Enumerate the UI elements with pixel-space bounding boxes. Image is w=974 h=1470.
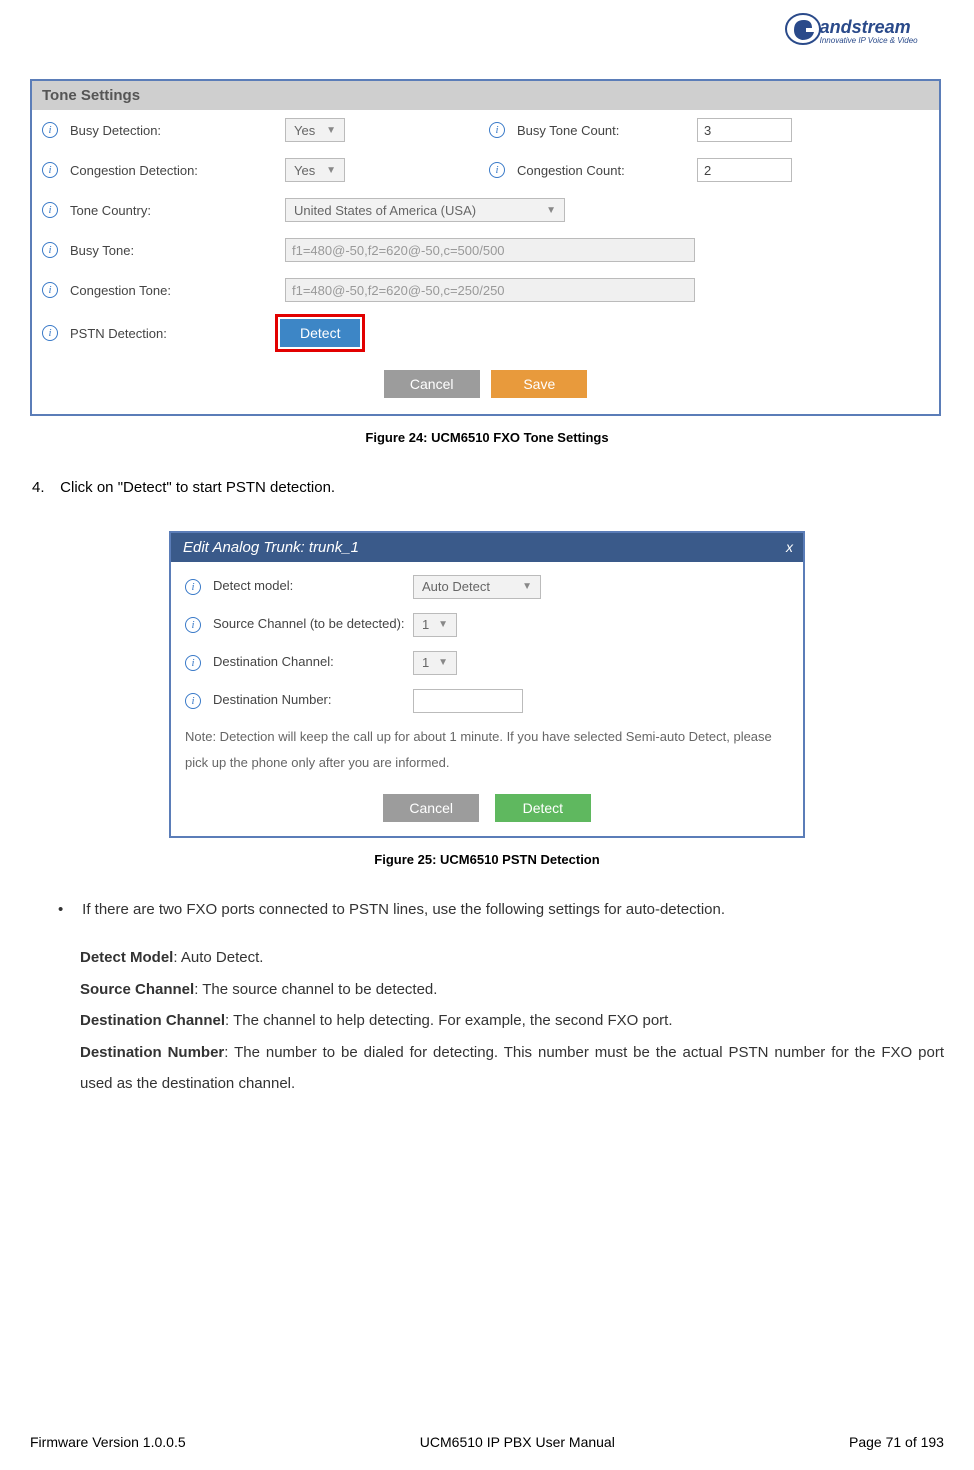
detect-model-value: Auto Detect <box>422 579 490 594</box>
info-icon[interactable]: i <box>489 122 505 138</box>
page-footer: Firmware Version 1.0.0.5 UCM6510 IP PBX … <box>30 1434 944 1450</box>
def-detect-model: Detect Model: Auto Detect. <box>80 942 944 974</box>
logo-brand-text: andstream <box>820 17 911 37</box>
info-icon[interactable]: i <box>42 242 58 258</box>
caret-down-icon: ▼ <box>438 657 448 668</box>
source-channel-value: 1 <box>422 617 429 632</box>
busy-detection-value: Yes <box>294 123 315 138</box>
footer-title: UCM6510 IP PBX User Manual <box>420 1434 615 1450</box>
tone-country-select[interactable]: United States of America (USA) ▼ <box>285 198 565 222</box>
detect-button[interactable]: Detect <box>495 794 591 822</box>
dialog-title: Edit Analog Trunk: trunk_1 <box>183 539 359 556</box>
detect-button[interactable]: Detect <box>280 319 360 347</box>
congestion-tone-input[interactable] <box>285 278 695 302</box>
info-icon[interactable]: i <box>42 122 58 138</box>
dialog-actions: Cancel Detect <box>171 782 803 836</box>
busy-tone-label: Busy Tone: <box>70 243 285 258</box>
definitions-block: Detect Model: Auto Detect. Source Channe… <box>80 942 944 1100</box>
figure-25-caption: Figure 25: UCM6510 PSTN Detection <box>30 852 944 867</box>
caret-down-icon: ▼ <box>546 205 556 216</box>
step-number: 4. <box>32 475 56 501</box>
cancel-button[interactable]: Cancel <box>384 370 480 398</box>
tone-settings-panel: Tone Settings i Busy Detection: Yes ▼ i … <box>30 79 941 416</box>
info-icon[interactable]: i <box>185 655 201 671</box>
def-dest-number: Destination Number: The number to be dia… <box>80 1037 944 1100</box>
dialog-note: Note: Detection will keep the call up fo… <box>171 720 803 782</box>
bullet-text: If there are two FXO ports connected to … <box>82 901 725 918</box>
busy-tone-input[interactable] <box>285 238 695 262</box>
def-dest-channel: Destination Channel: The channel to help… <box>80 1005 944 1037</box>
edit-analog-trunk-dialog: Edit Analog Trunk: trunk_1 x i Detect mo… <box>169 531 805 838</box>
def-source-channel: Source Channel: The source channel to be… <box>80 974 944 1006</box>
busy-detection-select[interactable]: Yes ▼ <box>285 118 345 142</box>
tone-settings-title: Tone Settings <box>32 81 939 110</box>
step-text: Click on "Detect" to start PSTN detectio… <box>60 479 335 496</box>
info-icon[interactable]: i <box>42 202 58 218</box>
source-channel-select[interactable]: 1 ▼ <box>413 613 457 637</box>
instruction-step-4: 4. Click on "Detect" to start PSTN detec… <box>30 475 944 501</box>
detect-model-label: Detect model: <box>213 578 413 595</box>
busy-detection-label: Busy Detection: <box>70 123 285 138</box>
brand-logo: andstream Innovative IP Voice & Video <box>784 10 944 60</box>
dest-channel-label: Destination Channel: <box>213 654 413 671</box>
footer-page: Page 71 of 193 <box>849 1434 944 1450</box>
congestion-count-label: Congestion Count: <box>517 163 697 178</box>
source-channel-label: Source Channel (to be detected): <box>213 616 413 633</box>
info-icon[interactable]: i <box>489 162 505 178</box>
save-button[interactable]: Save <box>491 370 587 398</box>
dest-number-input[interactable] <box>413 689 523 713</box>
bullet-icon: • <box>58 897 78 923</box>
dest-number-label: Destination Number: <box>213 692 413 709</box>
congestion-detection-value: Yes <box>294 163 315 178</box>
congestion-detection-label: Congestion Detection: <box>70 163 285 178</box>
caret-down-icon: ▼ <box>326 165 336 176</box>
cancel-button[interactable]: Cancel <box>383 794 479 822</box>
info-icon[interactable]: i <box>42 325 58 341</box>
close-icon[interactable]: x <box>786 539 793 555</box>
bullet-item: • If there are two FXO ports connected t… <box>58 897 944 923</box>
congestion-detection-select[interactable]: Yes ▼ <box>285 158 345 182</box>
busy-tone-count-input[interactable] <box>697 118 792 142</box>
caret-down-icon: ▼ <box>522 581 532 592</box>
dest-channel-select[interactable]: 1 ▼ <box>413 651 457 675</box>
info-icon[interactable]: i <box>185 579 201 595</box>
caret-down-icon: ▼ <box>326 125 336 136</box>
congestion-count-input[interactable] <box>697 158 792 182</box>
caret-down-icon: ▼ <box>438 619 448 630</box>
congestion-tone-label: Congestion Tone: <box>70 283 285 298</box>
busy-tone-count-label: Busy Tone Count: <box>517 123 697 138</box>
info-icon[interactable]: i <box>42 282 58 298</box>
tone-settings-actions: Cancel Save <box>32 356 939 414</box>
info-icon[interactable]: i <box>42 162 58 178</box>
info-icon[interactable]: i <box>185 617 201 633</box>
dialog-title-bar: Edit Analog Trunk: trunk_1 x <box>171 533 803 562</box>
tone-country-label: Tone Country: <box>70 203 285 218</box>
figure-24-caption: Figure 24: UCM6510 FXO Tone Settings <box>30 430 944 445</box>
logo-g-icon <box>784 10 822 51</box>
detect-highlight-box: Detect <box>275 314 365 352</box>
tone-country-value: United States of America (USA) <box>294 203 476 218</box>
detect-model-select[interactable]: Auto Detect ▼ <box>413 575 541 599</box>
logo-tagline: Innovative IP Voice & Video <box>820 36 918 45</box>
dest-channel-value: 1 <box>422 655 429 670</box>
info-icon[interactable]: i <box>185 693 201 709</box>
footer-firmware: Firmware Version 1.0.0.5 <box>30 1434 186 1450</box>
pstn-detection-label: PSTN Detection: <box>70 326 275 341</box>
